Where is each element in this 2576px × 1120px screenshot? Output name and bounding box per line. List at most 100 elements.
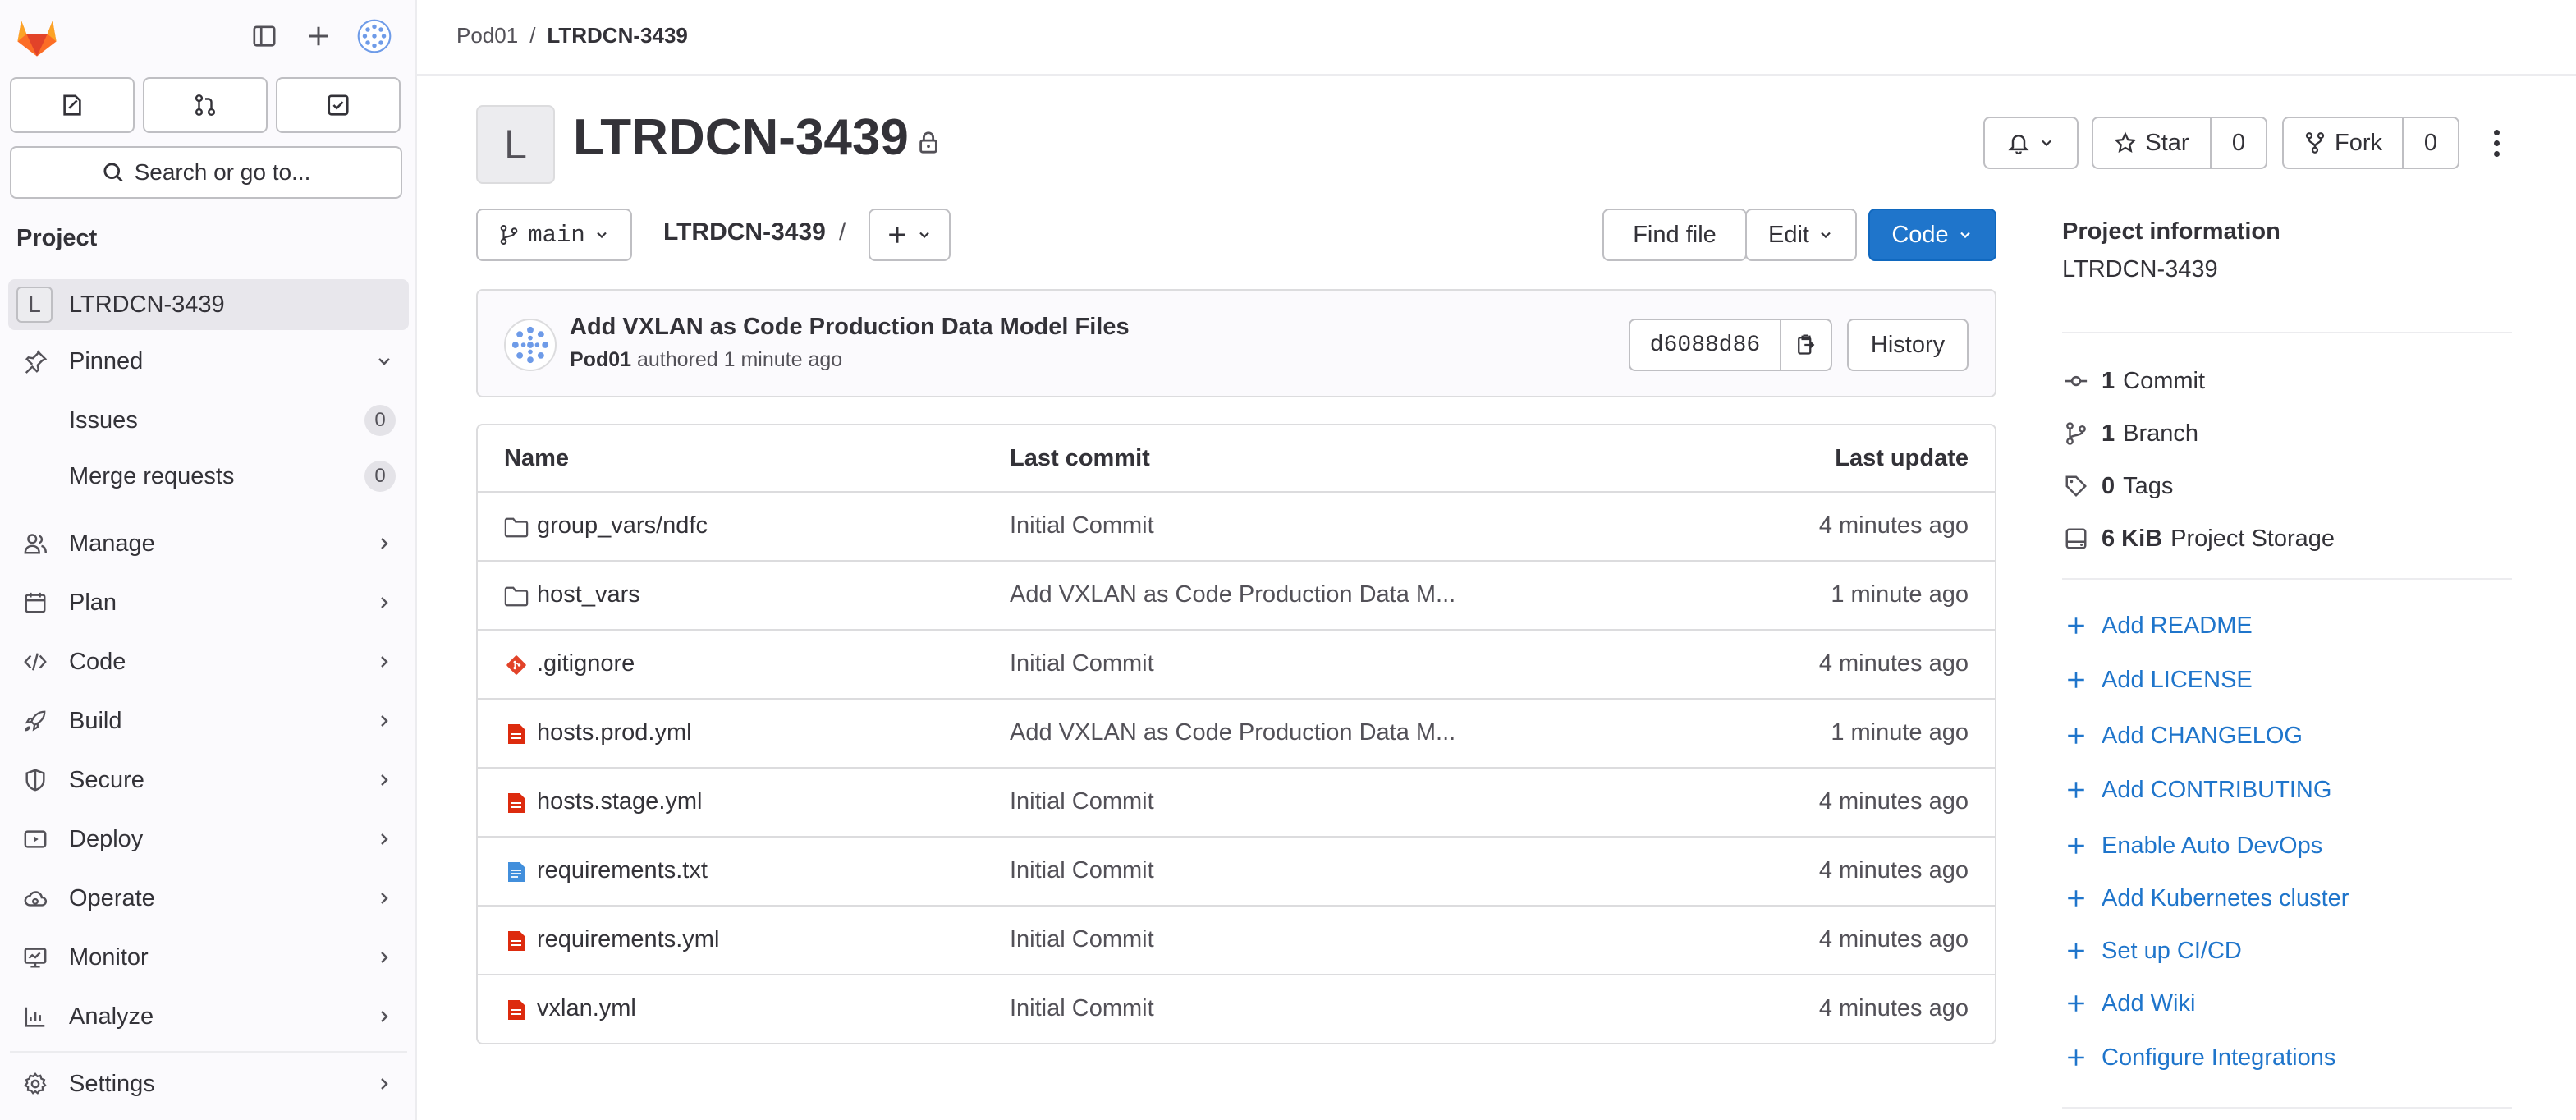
todo-list-button[interactable] — [276, 77, 401, 133]
find-file-button[interactable]: Find file — [1602, 209, 1747, 261]
branch-icon — [500, 225, 518, 245]
plus-icon — [2062, 835, 2090, 856]
yaml-file-icon — [504, 721, 529, 747]
add-contributing-link[interactable]: Add CONTRIBUTING — [2062, 773, 2331, 806]
star-count[interactable]: 0 — [2210, 118, 2266, 168]
table-row[interactable]: hosts.prod.yml Add VXLAN as Code Product… — [478, 700, 1995, 769]
chevron-down-icon — [919, 232, 929, 239]
sidebar-item-label: Pinned — [69, 347, 144, 374]
chevron-down-icon — [1821, 232, 1831, 239]
branches-stat-link[interactable]: 1 Branch — [2062, 417, 2198, 450]
file-name-link[interactable]: .gitignore — [537, 650, 635, 677]
file-name-link[interactable]: hosts.prod.yml — [537, 719, 692, 746]
fork-button[interactable]: Fork — [2284, 118, 2402, 168]
action-label: Add CONTRIBUTING — [2102, 776, 2332, 803]
merge-requests-button[interactable] — [143, 77, 268, 133]
gitlab-logo-icon[interactable] — [13, 13, 61, 61]
file-name-link[interactable]: requirements.yml — [537, 926, 719, 953]
commit-author-link[interactable]: Pod01 — [570, 348, 631, 371]
commit-author-avatar[interactable] — [504, 319, 557, 371]
history-button[interactable]: History — [1847, 319, 1969, 371]
tags-stat-link[interactable]: 0 Tags — [2062, 470, 2173, 503]
code-dropdown[interactable]: Code — [1868, 209, 1996, 261]
deploy-icon — [21, 825, 49, 853]
file-commit-link[interactable]: Initial Commit — [1010, 512, 1154, 539]
sidebar-item-deploy[interactable]: Deploy — [0, 813, 417, 865]
search-button[interactable]: Search or go to... — [10, 146, 402, 199]
commit-title-link[interactable]: Add VXLAN as Code Production Data Model … — [570, 314, 1130, 341]
commits-stat-link[interactable]: 1 Commit — [2062, 365, 2205, 397]
sidebar-item-pinned[interactable]: Pinned — [0, 335, 417, 388]
add-kubernetes-cluster-link[interactable]: Add Kubernetes cluster — [2062, 882, 2349, 915]
file-commit-link[interactable]: Initial Commit — [1010, 926, 1154, 953]
star-icon — [2114, 131, 2137, 154]
sidebar-item-monitor[interactable]: Monitor — [0, 931, 417, 984]
add-to-tree-dropdown[interactable] — [869, 209, 951, 261]
chevron-down-icon — [2042, 140, 2051, 147]
sidebar-item-secure[interactable]: Secure — [0, 754, 417, 806]
sidebar-item-issues[interactable]: Issues 0 — [0, 394, 417, 447]
star-button[interactable]: Star — [2093, 118, 2210, 168]
file-updated: 4 minutes ago — [1818, 788, 1969, 815]
configure-integrations-link[interactable]: Configure Integrations — [2062, 1041, 2335, 1074]
yaml-file-icon — [504, 997, 529, 1023]
fork-count[interactable]: 0 — [2402, 118, 2458, 168]
file-commit-link[interactable]: Initial Commit — [1010, 788, 1154, 815]
file-commit-link[interactable]: Add VXLAN as Code Production Data M... — [1010, 719, 1455, 746]
storage-stat-link[interactable]: 6 KiB Project Storage — [2062, 522, 2335, 555]
file-updated: 4 minutes ago — [1818, 857, 1969, 884]
setup-cicd-link[interactable]: Set up CI/CD — [2062, 934, 2242, 967]
add-readme-link[interactable]: Add README — [2062, 609, 2253, 642]
branch-selector[interactable]: main — [476, 209, 632, 261]
sidebar-item-manage[interactable]: Manage — [0, 517, 417, 570]
last-commit-panel: Add VXLAN as Code Production Data Model … — [476, 289, 1996, 397]
file-name-link[interactable]: host_vars — [537, 581, 640, 608]
sidebar-item-label: Monitor — [69, 943, 149, 971]
sidebar-item-project[interactable]: L LTRDCN-3439 — [8, 279, 409, 330]
edit-dropdown[interactable]: Edit — [1745, 209, 1857, 261]
notifications-dropdown[interactable] — [1983, 117, 2079, 169]
sidebar-item-build[interactable]: Build — [0, 695, 417, 747]
add-license-link[interactable]: Add LICENSE — [2062, 663, 2253, 696]
enable-auto-devops-link[interactable]: Enable Auto DevOps — [2062, 829, 2322, 862]
sidebar-item-plan[interactable]: Plan — [0, 576, 417, 629]
file-name-link[interactable]: group_vars/ndfc — [537, 512, 708, 539]
file-name-link[interactable]: hosts.stage.yml — [537, 788, 702, 815]
table-row[interactable]: requirements.txt Initial Commit 4 minute… — [478, 838, 1995, 907]
breadcrumb-project-link[interactable]: LTRDCN-3439 — [547, 23, 687, 48]
table-row[interactable]: group_vars/ndfc Initial Commit 4 minutes… — [478, 493, 1995, 562]
repo-path-link[interactable]: LTRDCN-3439 — [663, 218, 826, 246]
table-row[interactable]: .gitignore Initial Commit 4 minutes ago — [478, 631, 1995, 700]
create-new-plus-icon[interactable] — [300, 18, 337, 54]
copy-sha-button[interactable] — [1780, 320, 1831, 370]
commit-sha[interactable]: d6088d86 — [1630, 320, 1780, 370]
sidebar-item-code[interactable]: Code — [0, 636, 417, 688]
assigned-issues-button[interactable] — [10, 77, 135, 133]
plus-icon — [2062, 669, 2090, 691]
file-commit-link[interactable]: Initial Commit — [1010, 995, 1154, 1022]
user-avatar[interactable] — [356, 18, 392, 54]
breadcrumb-group-link[interactable]: Pod01 — [456, 23, 518, 48]
issues-icon — [63, 94, 81, 116]
file-commit-link[interactable]: Initial Commit — [1010, 857, 1154, 884]
sidebar-item-merge-requests[interactable]: Merge requests 0 — [0, 450, 417, 503]
sidebar-item-operate[interactable]: Operate — [0, 872, 417, 925]
table-row[interactable]: requirements.yml Initial Commit 4 minute… — [478, 907, 1995, 975]
file-name-link[interactable]: vxlan.yml — [537, 995, 636, 1022]
add-changelog-link[interactable]: Add CHANGELOG — [2062, 719, 2303, 752]
file-commit-link[interactable]: Add VXLAN as Code Production Data M... — [1010, 581, 1455, 608]
sidebar-toggle-icon[interactable] — [246, 18, 282, 54]
table-row[interactable]: host_vars Add VXLAN as Code Production D… — [478, 562, 1995, 631]
sidebar-item-label: Secure — [69, 766, 144, 793]
table-row[interactable]: hosts.stage.yml Initial Commit 4 minutes… — [478, 769, 1995, 838]
file-name-link[interactable]: requirements.txt — [537, 857, 708, 884]
sidebar-item-settings[interactable]: Settings — [0, 1058, 417, 1110]
sidebar-item-analyze[interactable]: Analyze — [0, 990, 417, 1043]
table-row[interactable]: vxlan.yml Initial Commit 4 minutes ago — [478, 975, 1995, 1043]
more-actions-kebab-icon[interactable] — [2484, 125, 2509, 161]
file-commit-link[interactable]: Initial Commit — [1010, 650, 1154, 677]
sidebar-item-label: Merge requests — [69, 462, 235, 489]
stat-count: 6 KiB — [2102, 525, 2163, 552]
action-label: Add LICENSE — [2102, 666, 2253, 693]
add-wiki-link[interactable]: Add Wiki — [2062, 987, 2195, 1020]
